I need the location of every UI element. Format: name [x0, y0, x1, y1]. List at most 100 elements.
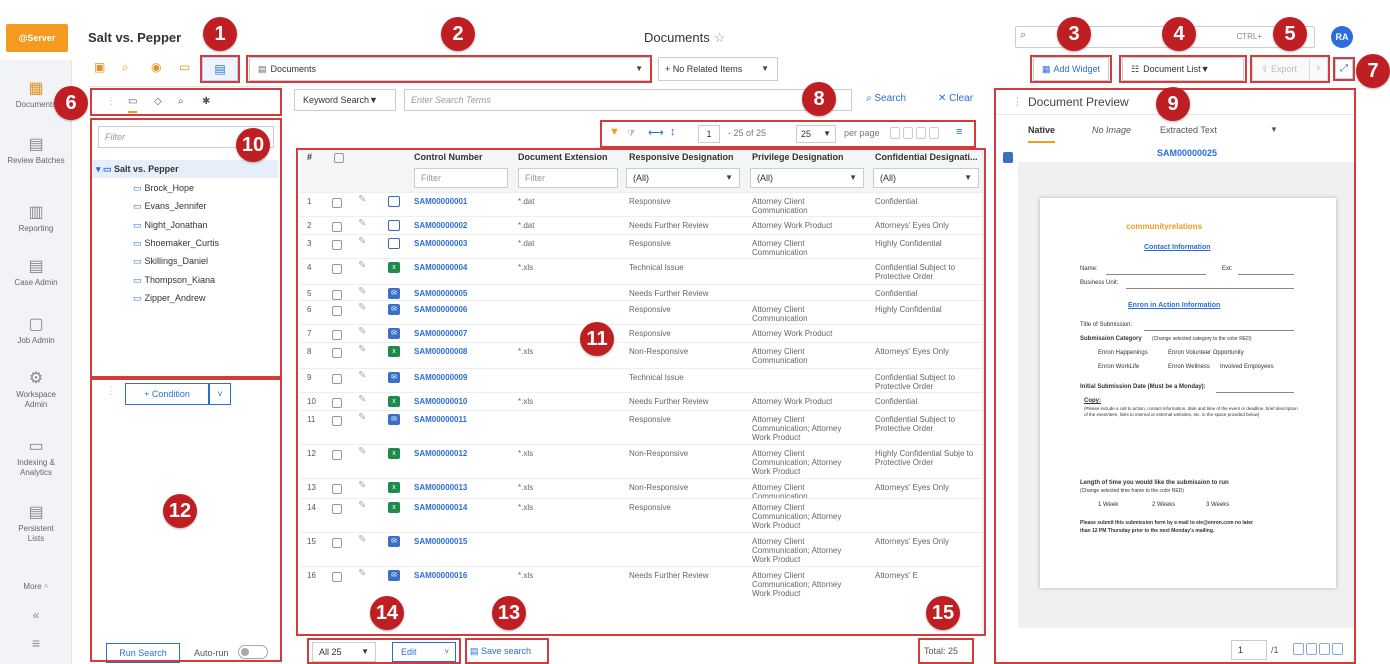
select-all-checkbox[interactable]: [334, 153, 344, 163]
edit-pencil-icon[interactable]: ✎: [358, 481, 366, 491]
table-row[interactable]: 13 ✎ x SAM00000013 *.xls Non-Responsive Attorn…: [300, 478, 982, 501]
nav-job-admin[interactable]: ▢ Job Admin: [0, 316, 72, 346]
row-checkbox[interactable]: [332, 398, 342, 408]
tab-no-image[interactable]: No Image: [1092, 125, 1131, 135]
table-row[interactable]: 3 ✎ SAM00000003 *.dat Responsive Attorney Cli…: [300, 234, 982, 258]
filter-icon[interactable]: ▼: [609, 126, 620, 138]
edit-pencil-icon[interactable]: ✎: [358, 395, 366, 405]
control-number-link[interactable]: SAM00000015: [414, 537, 467, 546]
search-button[interactable]: ⌕ Search: [866, 93, 906, 104]
add-widget-button[interactable]: ▦ Add Widget: [1033, 57, 1109, 81]
row-checkbox[interactable]: [332, 484, 342, 494]
table-row[interactable]: 5 ✎ ✉ SAM00000005 Needs Further Review Confid…: [300, 284, 982, 300]
tree-item[interactable]: ▭ Brock_Hope: [133, 183, 194, 194]
tree-item[interactable]: ▭ Evans_Jennifer: [133, 201, 207, 212]
preview-prev-page-button[interactable]: [1306, 643, 1317, 655]
collapse-nav-icon[interactable]: «: [0, 609, 72, 621]
edit-pencil-icon[interactable]: ✎: [358, 569, 366, 579]
row-checkbox[interactable]: [332, 572, 342, 582]
table-row[interactable]: 16 ✎ ✉ SAM00000016 *.xls Needs Further Review…: [300, 566, 982, 598]
related-items-select[interactable]: + No Related Items ▼: [658, 57, 778, 81]
table-row[interactable]: 12 ✎ x SAM00000012 *.xls Non-Responsive Attorn…: [300, 444, 982, 478]
nav-reporting[interactable]: ▥ Reporting: [0, 204, 72, 234]
edit-pencil-icon[interactable]: ✎: [358, 501, 366, 511]
user-avatar[interactable]: RA: [1331, 26, 1353, 48]
nav-case-admin[interactable]: ▤ Case Admin: [0, 258, 72, 288]
row-checkbox[interactable]: [332, 348, 342, 358]
edit-pencil-icon[interactable]: ✎: [358, 261, 366, 271]
clear-button[interactable]: ✕ Clear: [938, 93, 973, 104]
table-row[interactable]: 11 ✎ ✉ SAM00000011 Responsive Attorney Client…: [300, 410, 982, 444]
drag-handle-icon[interactable]: ⋮: [1012, 95, 1023, 108]
condition-dropdown[interactable]: ˅: [209, 383, 231, 405]
row-checkbox[interactable]: [332, 264, 342, 274]
table-row[interactable]: 9 ✎ ✉ SAM00000009 Technical Issue Confidentia…: [300, 368, 982, 392]
control-number-link[interactable]: SAM00000011: [414, 415, 467, 424]
first-page-button[interactable]: [890, 127, 900, 139]
next-page-button[interactable]: [916, 127, 926, 139]
control-number-link[interactable]: SAM00000006: [414, 305, 467, 314]
column-header-extension[interactable]: Document Extension: [518, 152, 608, 162]
preview-last-page-button[interactable]: [1332, 643, 1343, 655]
page-number-input[interactable]: 1: [698, 125, 720, 143]
column-menu-icon[interactable]: ≡: [956, 126, 962, 138]
table-row[interactable]: 14 ✎ x SAM00000014 *.xls Responsive Attorney C…: [300, 498, 982, 532]
table-row[interactable]: 2 ✎ SAM00000002 *.dat Needs Further Review At…: [300, 216, 982, 234]
row-checkbox[interactable]: [332, 450, 342, 460]
folder-tab-icon[interactable]: ▭: [128, 96, 138, 113]
tree-item[interactable]: ▭ Zipper_Andrew: [133, 293, 206, 304]
edit-select[interactable]: Edit ˅: [392, 642, 456, 662]
row-checkbox[interactable]: [332, 538, 342, 548]
search-mode-select[interactable]: Keyword Search▼: [294, 89, 396, 111]
folder-tool-icon[interactable]: ▭: [179, 60, 190, 74]
save-search-button[interactable]: ▤ Save search: [470, 646, 531, 657]
row-checkbox[interactable]: [332, 416, 342, 426]
control-number-link[interactable]: SAM00000009: [414, 373, 467, 382]
row-checkbox[interactable]: [332, 240, 342, 250]
tree-item[interactable]: ▭ Skillings_Daniel: [133, 256, 208, 267]
table-row[interactable]: 6 ✎ ✉ SAM00000006 Responsive Attorney Client …: [300, 300, 982, 324]
control-number-link[interactable]: SAM00000005: [414, 289, 467, 298]
control-number-link[interactable]: SAM00000003: [414, 239, 467, 248]
preview-page-input[interactable]: 1: [1231, 640, 1267, 660]
edit-pencil-icon[interactable]: ✎: [358, 345, 366, 355]
fit-width-icon[interactable]: ⟷: [648, 126, 664, 139]
grid-scrollbar[interactable]: [982, 150, 986, 634]
row-checkbox[interactable]: [332, 374, 342, 384]
edit-pencil-icon[interactable]: ✎: [358, 303, 366, 313]
last-page-button[interactable]: [929, 127, 939, 139]
drag-handle-icon[interactable]: ⋮: [106, 96, 116, 107]
app-logo[interactable]: @Server: [6, 24, 68, 52]
table-row[interactable]: 8 ✎ x SAM00000008 *.xls Non-Responsive Attorne…: [300, 342, 982, 368]
column-header-privilege[interactable]: Privilege Designation: [752, 152, 844, 162]
nav-review-batches[interactable]: ▤ Review Batches: [0, 136, 72, 166]
control-number-link[interactable]: SAM00000013: [414, 483, 467, 492]
search-folder-tab-icon[interactable]: ⌕: [178, 96, 184, 107]
extension-filter[interactable]: Filter: [518, 168, 618, 188]
row-checkbox[interactable]: [332, 504, 342, 514]
table-row[interactable]: 1 ✎ SAM00000001 *.dat Responsive Attorney Cli…: [300, 192, 982, 216]
add-condition-button[interactable]: + Condition: [125, 383, 209, 405]
privilege-filter[interactable]: (All) ▼: [750, 168, 864, 188]
tab-extracted-text[interactable]: Extracted Text: [1160, 125, 1217, 135]
drag-handle-icon[interactable]: ⋮: [106, 386, 116, 397]
control-number-link[interactable]: SAM00000007: [414, 329, 467, 338]
autorun-toggle[interactable]: [238, 645, 268, 659]
edit-pencil-icon[interactable]: ✎: [358, 287, 366, 297]
edit-pencil-icon[interactable]: ✎: [358, 413, 366, 423]
control-number-link[interactable]: SAM00000014: [414, 503, 467, 512]
preview-first-page-button[interactable]: [1293, 643, 1304, 655]
column-header-control-number[interactable]: Control Number: [414, 152, 483, 162]
export-dropdown[interactable]: ˅: [1309, 58, 1327, 80]
nav-persistent-lists[interactable]: ▤ Persistent Lists: [0, 504, 72, 544]
tree-item[interactable]: ▭ Night_Jonathan: [133, 220, 208, 231]
chevron-down-icon[interactable]: ▼: [1270, 125, 1278, 134]
nav-indexing-analytics[interactable]: ▭ Indexing & Analytics: [0, 438, 72, 478]
search-terms-input[interactable]: Enter Search Terms: [404, 89, 852, 111]
column-header-responsive[interactable]: Responsive Designation: [629, 152, 734, 162]
nav-workspace-admin[interactable]: ⚙ Workspace Admin: [0, 370, 72, 410]
cluster-tab-icon[interactable]: ✱: [202, 96, 210, 107]
prev-page-button[interactable]: [903, 127, 913, 139]
nav-more[interactable]: More ˄: [0, 582, 72, 592]
edit-pencil-icon[interactable]: ✎: [358, 371, 366, 381]
